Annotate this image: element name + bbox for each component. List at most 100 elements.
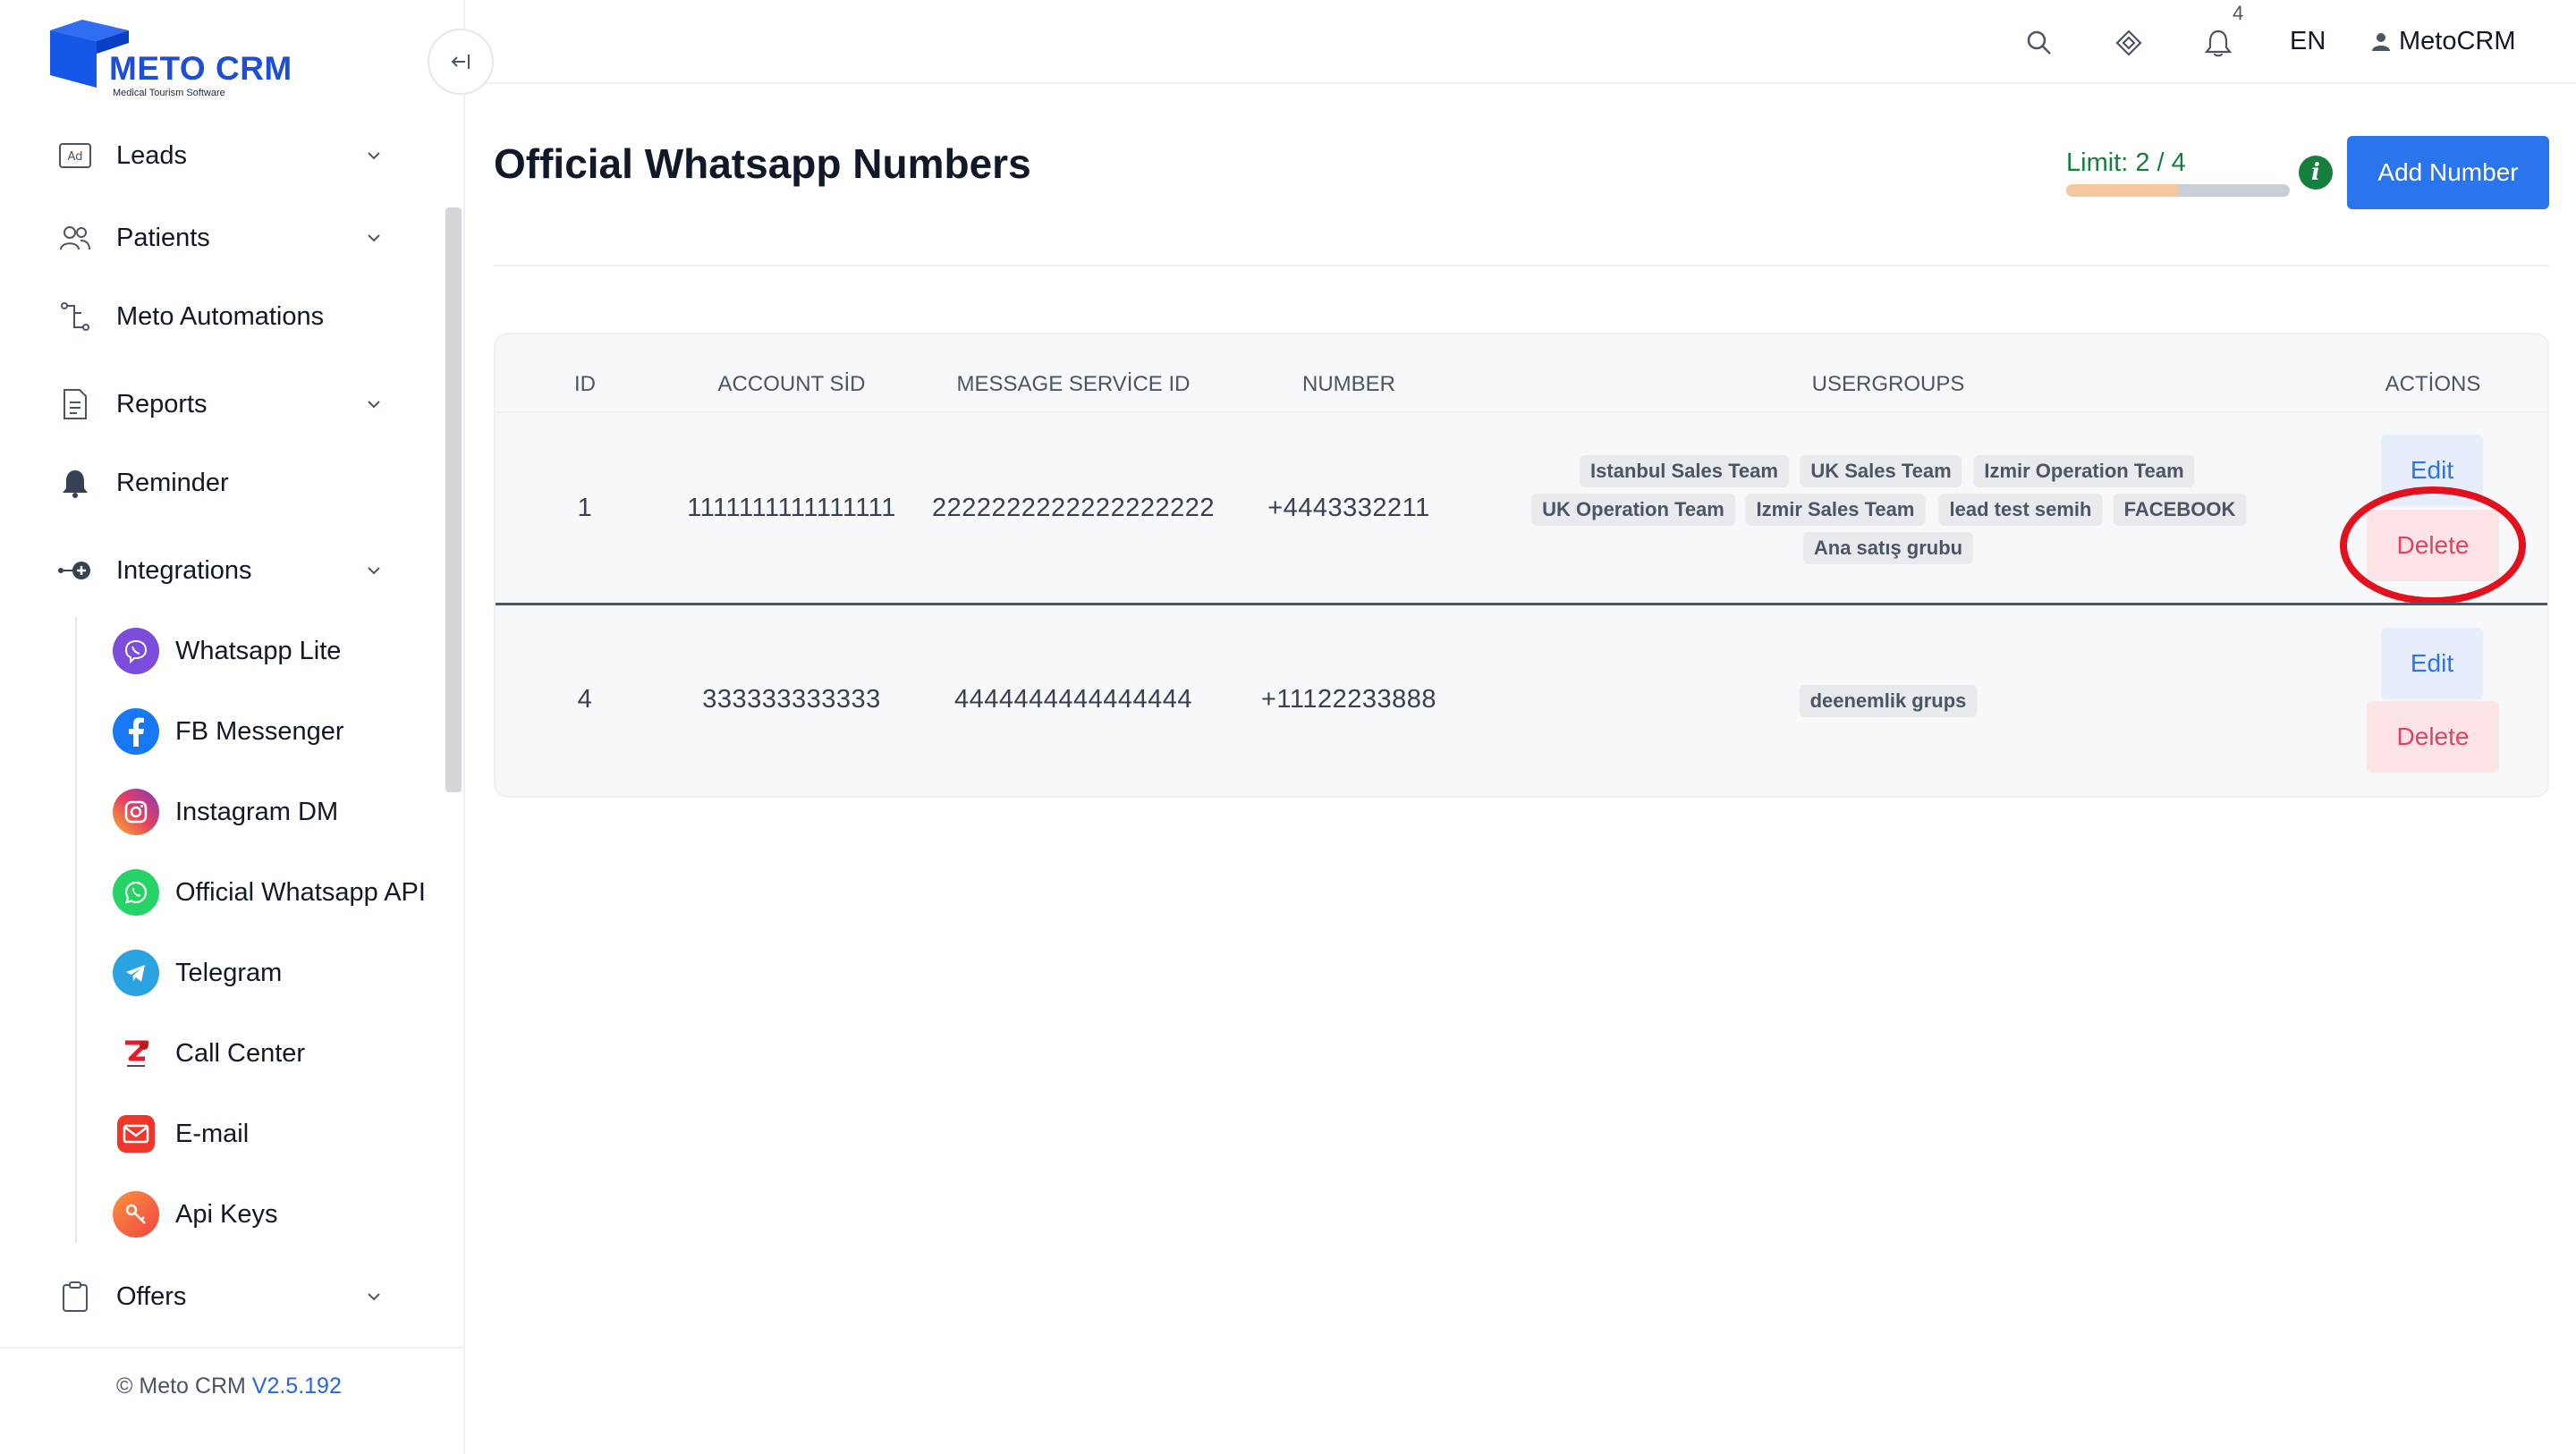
sidebar-scrollbar[interactable] — [445, 207, 462, 792]
table-cell-account-sid: 1111111111111111 — [687, 494, 896, 522]
usergroup-tag: lead test semih — [1938, 494, 2103, 526]
sidebar-item-label: Call Center — [175, 1038, 306, 1068]
limit-progress-fill — [2066, 184, 2178, 197]
sidebar-item-label: Offers — [116, 1281, 187, 1311]
usergroup-tag: UK Operation Team — [1531, 494, 1735, 526]
sidebar-item-label: Leads — [116, 140, 188, 170]
header-divider — [496, 411, 2547, 413]
sidebar-collapse-button[interactable] — [428, 29, 494, 95]
top-bar — [465, 0, 2576, 84]
sidebar-item-official-whatsapp-api[interactable]: Official Whatsapp API — [113, 867, 453, 917]
apps-button[interactable] — [2111, 25, 2147, 61]
usergroup-tag: Ana satış grubu — [1802, 532, 1974, 564]
search-button[interactable] — [2021, 25, 2057, 61]
sidebar-footer-divider — [0, 1347, 463, 1348]
usergroup-tag: deenemlik grups — [1799, 685, 1978, 717]
sidebar-item-integrations[interactable]: Integrations — [57, 545, 397, 596]
ad-icon: Ad — [57, 138, 93, 173]
brand-name: METO CRM — [109, 50, 292, 87]
sidebar: METO CRM Medical Tourism Software Ad Lea… — [0, 0, 465, 1454]
integrations-icon — [57, 553, 93, 588]
sidebar-item-call-center[interactable]: Call Center — [113, 1028, 453, 1078]
sidebar-item-label: Telegram — [175, 958, 283, 987]
chevron-down-icon — [368, 152, 380, 160]
automation-icon — [57, 299, 93, 334]
svg-text:Ad: Ad — [68, 150, 83, 164]
row-divider — [496, 603, 2547, 605]
whatsapp-icon — [113, 869, 159, 916]
instagram-icon — [113, 789, 159, 835]
sidebar-footer: © Meto CRM V2.5.192 — [116, 1374, 342, 1399]
sidebar-item-telegram[interactable]: Telegram — [113, 948, 453, 998]
submenu-divider — [75, 617, 77, 1243]
table-cell-message-service-id: 2222222222222222222 — [932, 494, 1215, 522]
sidebar-item-label: Reminder — [116, 468, 229, 497]
column-header-account-sid: ACCOUNT SİD — [717, 372, 866, 396]
user-name: MetoCRM — [2399, 27, 2516, 55]
version-link[interactable]: V2.5.192 — [252, 1374, 342, 1399]
bell-icon — [2204, 30, 2233, 57]
chevron-down-icon — [368, 567, 380, 575]
document-icon — [57, 386, 93, 422]
chevron-down-icon — [368, 234, 380, 242]
column-header-actions: ACTİONS — [2385, 372, 2481, 396]
brand-logo[interactable]: METO CRM Medical Tourism Software — [50, 13, 318, 102]
sidebar-item-api-keys[interactable]: Api Keys — [113, 1189, 453, 1239]
sidebar-item-leads[interactable]: Ad Leads — [57, 131, 397, 181]
user-menu[interactable]: MetoCRM — [2370, 27, 2516, 56]
bell-icon — [57, 465, 93, 501]
brand-tagline: Medical Tourism Software — [113, 88, 225, 98]
facebook-icon — [113, 708, 159, 755]
telegram-icon — [113, 950, 159, 996]
column-header-usergroups: USERGROUPS — [1811, 372, 1965, 396]
sidebar-item-reminder[interactable]: Reminder — [57, 458, 397, 508]
table-cell-account-sid: 333333333333 — [702, 685, 881, 714]
limit-label: Limit: 2 / 4 — [2066, 148, 2186, 177]
sidebar-item-fb-messenger[interactable]: FB Messenger — [113, 706, 453, 757]
delete-button[interactable]: Delete — [2367, 701, 2499, 773]
sidebar-item-label: Whatsapp Lite — [175, 636, 342, 665]
diamond-grid-icon — [2115, 30, 2142, 56]
collapse-arrow-icon — [451, 55, 470, 69]
numbers-table — [494, 333, 2549, 798]
add-number-button[interactable]: Add Number — [2347, 136, 2549, 209]
usergroup-tag: UK Sales Team — [1800, 455, 1962, 487]
sidebar-item-offers[interactable]: Offers — [57, 1272, 397, 1322]
notifications-button[interactable] — [2200, 25, 2236, 61]
sidebar-item-whatsapp-lite[interactable]: Whatsapp Lite — [113, 626, 453, 676]
sidebar-item-automations[interactable]: Meto Automations — [57, 292, 397, 342]
table-cell-message-service-id: 4444444444444444 — [953, 685, 1193, 714]
copyright-text: © Meto CRM — [116, 1374, 246, 1399]
usergroup-tag: FACEBOOK — [2113, 494, 2247, 526]
key-icon — [113, 1191, 159, 1238]
sidebar-item-reports[interactable]: Reports — [57, 379, 397, 429]
edit-button[interactable]: Edit — [2381, 628, 2483, 699]
table-cell-id: 4 — [577, 685, 593, 714]
page-title: Official Whatsapp Numbers — [494, 140, 1031, 187]
users-icon — [57, 220, 93, 256]
viber-icon — [113, 628, 159, 674]
table-cell-number: +11122233888 — [1260, 685, 1437, 714]
table-cell-number: +4443332211 — [1267, 494, 1430, 522]
sidebar-item-label: Instagram DM — [175, 797, 339, 826]
info-icon[interactable]: i — [2299, 156, 2333, 190]
chevron-down-icon — [368, 401, 380, 409]
sidebar-item-instagram-dm[interactable]: Instagram DM — [113, 787, 453, 837]
limit-progress-bar — [2066, 184, 2290, 197]
sidebar-item-label: Official Whatsapp API — [175, 877, 426, 907]
sidebar-item-label: FB Messenger — [175, 716, 344, 746]
sidebar-item-label: Integrations — [116, 555, 252, 585]
chevron-down-icon — [368, 1293, 380, 1301]
mail-icon — [113, 1111, 159, 1157]
sidebar-item-email[interactable]: E-mail — [113, 1109, 453, 1159]
usergroup-tag: Izmir Sales Team — [1745, 494, 1926, 526]
usergroup-tag: Istanbul Sales Team — [1580, 455, 1789, 487]
delete-button[interactable]: Delete — [2367, 510, 2499, 581]
column-header-id: ID — [574, 372, 596, 396]
column-header-number: NUMBER — [1301, 372, 1396, 396]
language-selector[interactable]: EN — [2290, 27, 2326, 56]
usergroup-tag: Izmir Operation Team — [1973, 455, 2195, 487]
edit-button[interactable]: Edit — [2381, 435, 2483, 506]
sidebar-item-label: Reports — [116, 389, 208, 418]
sidebar-item-patients[interactable]: Patients — [57, 213, 397, 263]
